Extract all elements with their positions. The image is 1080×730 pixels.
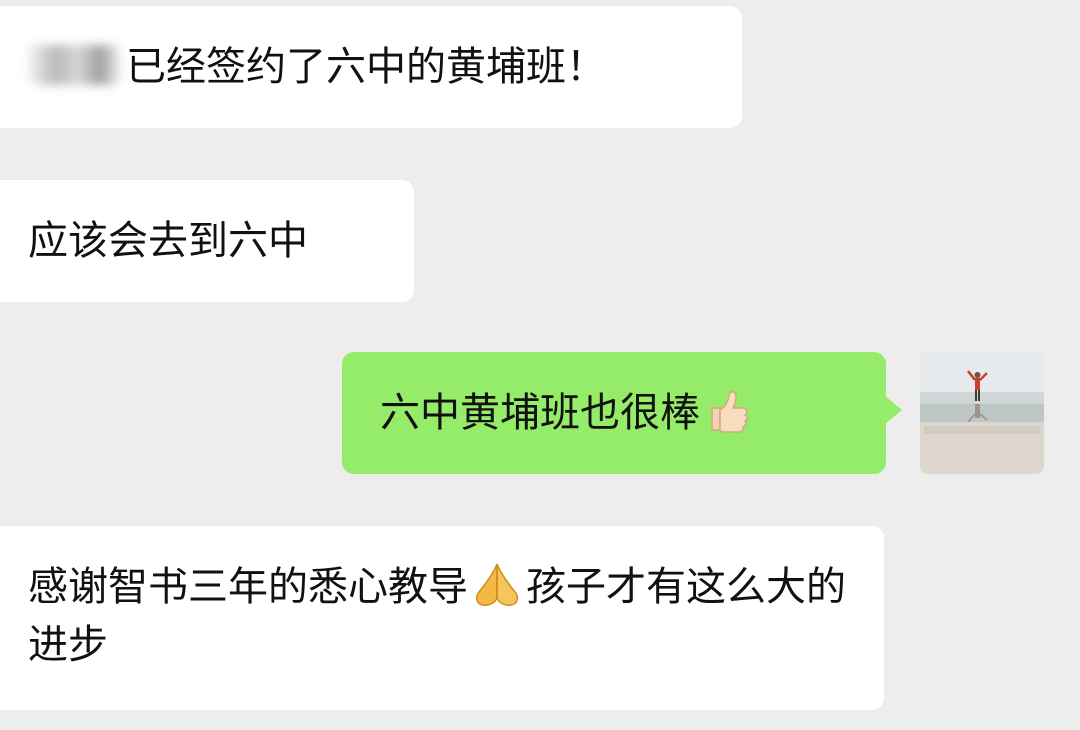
message-bubble-outgoing[interactable]: 六中黄埔班也很棒	[342, 352, 902, 474]
beach-person-avatar	[920, 352, 1044, 474]
message-text-part: 感谢智书三年的悉心教导	[28, 564, 468, 610]
message-text: 六中黄埔班也很棒	[380, 390, 700, 436]
message-text: 已经签约了六中的黄埔班！	[126, 44, 606, 90]
avatar[interactable]	[920, 352, 1044, 474]
message-bubble-incoming[interactable]: 已经签约了六中的黄埔班！	[0, 6, 742, 128]
message-bubble-incoming[interactable]: 应该会去到六中	[0, 180, 414, 302]
thumbs-up-icon	[702, 384, 756, 438]
message-text: 感谢智书三年的悉心教导 孩子才有这么大的进步	[28, 558, 858, 674]
message-bubble-incoming[interactable]: 感谢智书三年的悉心教导 孩子才有这么大的进步	[0, 526, 884, 710]
folded-hands-icon	[470, 558, 524, 612]
obscured-name	[28, 45, 120, 85]
message-text: 应该会去到六中	[28, 218, 308, 264]
